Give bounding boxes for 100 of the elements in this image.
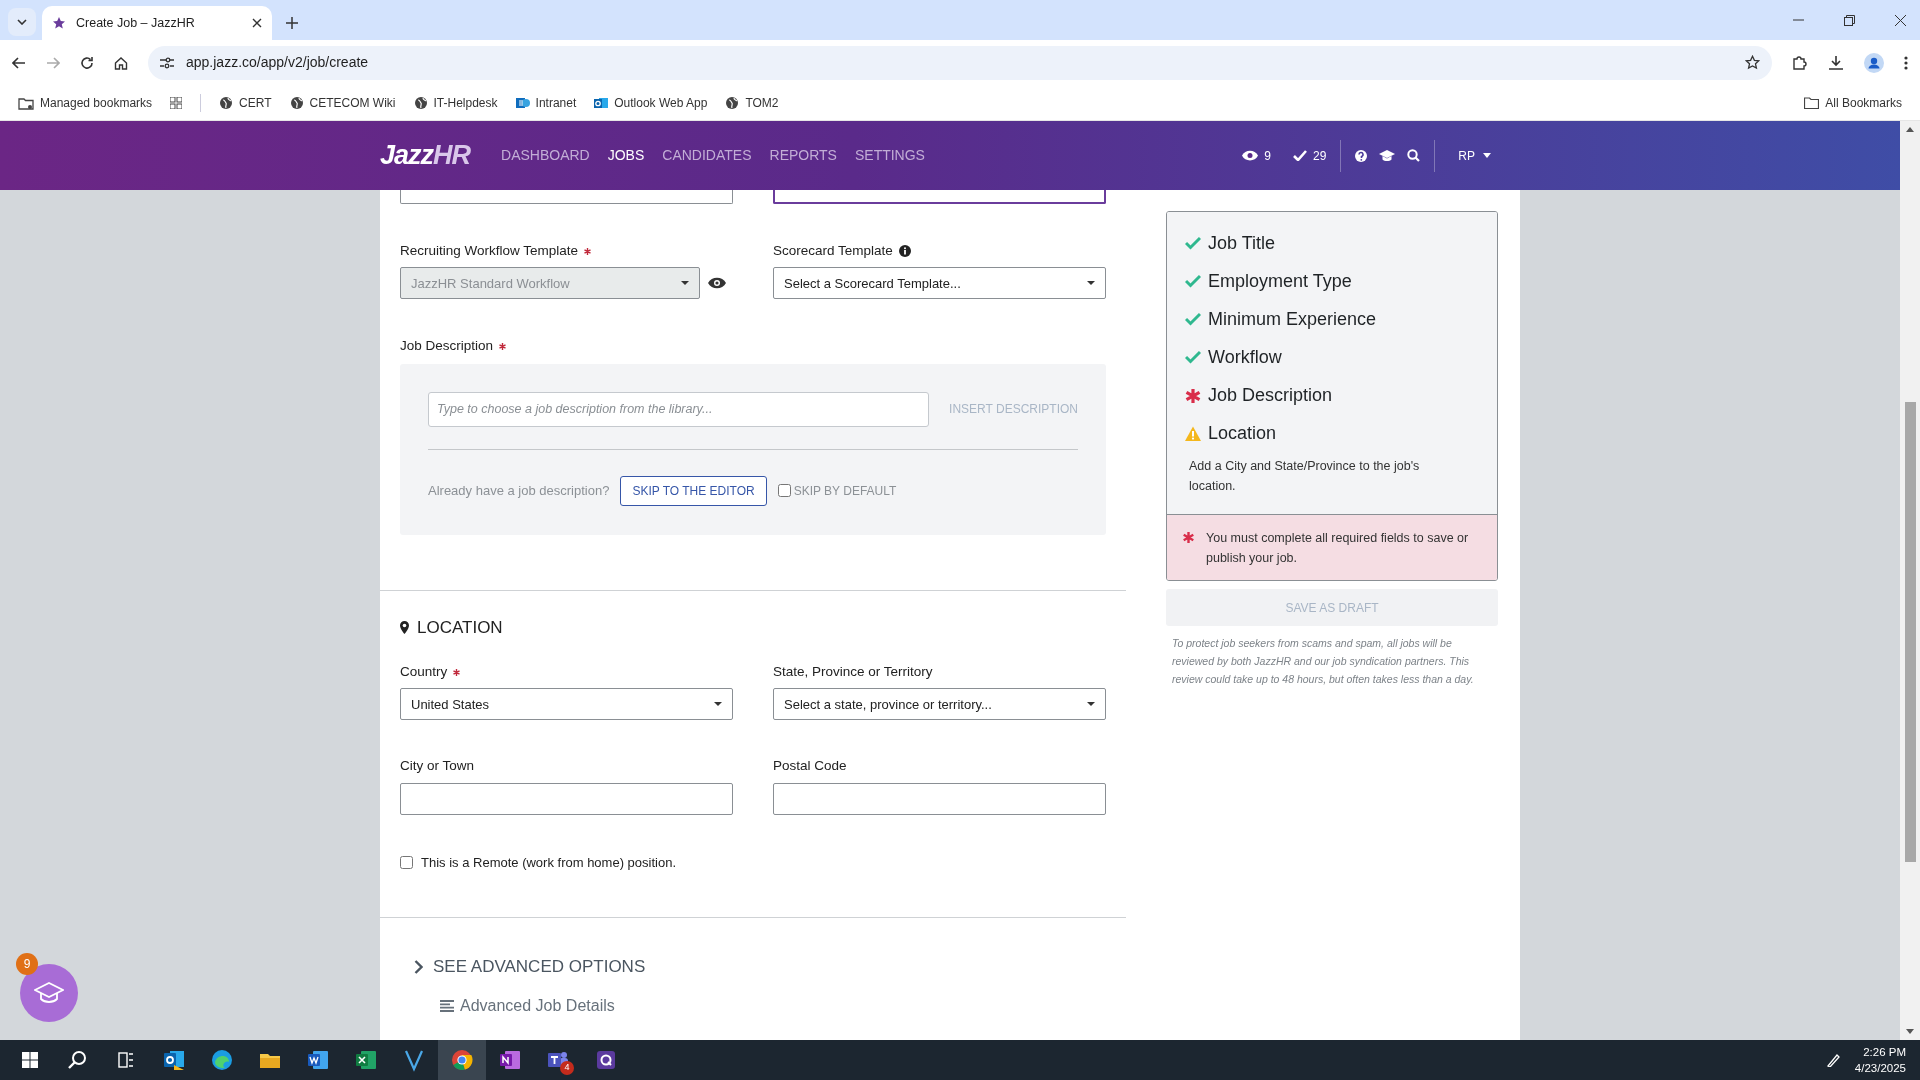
- new-tab-icon[interactable]: [286, 17, 298, 29]
- bookmark[interactable]: Managed bookmarks: [18, 93, 153, 112]
- bookmark[interactable]: Outlook Web App: [594, 93, 708, 112]
- bookmark[interactable]: CETECOM Wiki: [289, 93, 396, 112]
- required-asterisk-icon: [1185, 387, 1201, 403]
- chrome-icon: [450, 1048, 474, 1072]
- profile-icon[interactable]: [1864, 52, 1884, 73]
- close-icon[interactable]: [1895, 14, 1906, 26]
- checkbox[interactable]: [400, 855, 413, 869]
- input-field[interactable]: [773, 190, 1106, 204]
- field-label: Postal Code: [773, 757, 847, 776]
- eye-icon[interactable]: [708, 277, 726, 290]
- check-icon: [1185, 349, 1201, 365]
- nav-link[interactable]: CANDIDATES: [653, 145, 761, 166]
- nav-link[interactable]: SETTINGS: [845, 145, 934, 166]
- nav-link[interactable]: JOBS: [598, 145, 654, 166]
- bookmark[interactable]: IT-Helpdesk: [413, 93, 498, 112]
- task-view-icon[interactable]: [118, 1052, 134, 1068]
- checklist-item: Workflow: [1208, 345, 1282, 369]
- help-icon[interactable]: [1355, 149, 1368, 162]
- nav-link[interactable]: REPORTS: [760, 145, 846, 166]
- checkbox-label: This is a Remote (work from home) position.: [421, 853, 677, 872]
- list-icon: [440, 999, 454, 1012]
- chevron-down-icon: [17, 19, 27, 25]
- graduation-cap-icon[interactable]: [1379, 149, 1396, 162]
- caret-icon: [681, 281, 689, 286]
- close-icon[interactable]: [252, 18, 262, 28]
- scorecard-select[interactable]: Select a Scorecard Template...: [773, 267, 1106, 300]
- restore-icon[interactable]: [1844, 14, 1855, 26]
- input-field[interactable]: [400, 782, 733, 815]
- bookmark-star-icon[interactable]: [1745, 55, 1760, 70]
- advanced-options-toggle[interactable]: SEE ADVANCED OPTIONS: [414, 954, 646, 980]
- checklist-item: Employment Type: [1208, 269, 1352, 293]
- puzzle-icon[interactable]: [1792, 54, 1808, 71]
- pen-icon[interactable]: [1826, 1053, 1841, 1067]
- globe-icon: [725, 95, 740, 110]
- browser-tab[interactable]: Create Job – JazzHR: [42, 6, 272, 40]
- view-count: 9: [1264, 147, 1271, 165]
- taskbar-app[interactable]: 4: [534, 1040, 582, 1080]
- section-heading: LOCATION: [417, 616, 503, 639]
- advanced-section-link[interactable]: Advanced Job Details: [440, 993, 615, 1018]
- scroll-up-icon: [1906, 127, 1914, 132]
- field-label: Recruiting Workflow Template: [400, 242, 579, 260]
- graduation-cap-icon: [34, 982, 64, 1004]
- dropdown[interactable]: United States: [400, 688, 733, 721]
- scroll-down-icon: [1906, 1029, 1914, 1034]
- helper-text: Already have a job description?: [428, 481, 610, 500]
- dropdown[interactable]: Select a state, province or territory...: [773, 688, 1106, 721]
- checkbox[interactable]: [777, 484, 791, 497]
- skip-to-editor-button[interactable]: SKIP TO THE EDITOR: [620, 475, 767, 506]
- bookmark[interactable]: All Bookmarks: [1804, 93, 1902, 112]
- outlook-icon: [594, 95, 609, 110]
- bookmark[interactable]: Intranet: [515, 93, 577, 112]
- site-settings-icon: [160, 56, 174, 69]
- edge-icon: [210, 1048, 234, 1072]
- eye-icon[interactable]: [1242, 150, 1259, 161]
- reload-icon[interactable]: [80, 55, 94, 70]
- check-icon: [1185, 273, 1201, 289]
- bookmark[interactable]: TOM2: [725, 93, 779, 112]
- input-field[interactable]: [773, 782, 1106, 815]
- input-field[interactable]: [400, 190, 733, 204]
- logo[interactable]: JazzHR: [380, 135, 471, 176]
- excel-icon: [354, 1048, 378, 1072]
- scrollbar[interactable]: [1900, 121, 1920, 1040]
- managed-folder-icon: [18, 95, 34, 110]
- field-label: City or Town: [400, 757, 475, 776]
- taskbar-app[interactable]: [438, 1040, 486, 1080]
- required-asterisk-icon: [1183, 532, 1194, 543]
- required-asterisk-icon: [584, 247, 592, 255]
- word-icon: [306, 1048, 330, 1072]
- description-search-field[interactable]: Type to choose a job description from the library...: [428, 391, 930, 427]
- map-pin-icon: [400, 620, 409, 634]
- outlook-icon: [162, 1048, 186, 1072]
- start-icon[interactable]: [22, 1052, 38, 1068]
- apps-grid-icon[interactable]: [170, 96, 183, 109]
- download-icon[interactable]: [1828, 54, 1844, 71]
- address-bar[interactable]: app.jazz.co/app/v2/job/create: [148, 45, 1772, 80]
- warning-icon: [1185, 425, 1201, 441]
- check-icon: [1185, 235, 1201, 251]
- checklist-item: Location: [1208, 421, 1277, 445]
- v-shape-icon: [402, 1048, 426, 1072]
- nav-link[interactable]: DASHBOARD: [492, 145, 599, 166]
- back-icon[interactable]: [12, 56, 26, 69]
- home-icon[interactable]: [114, 55, 128, 70]
- check-icon[interactable]: [1292, 150, 1307, 161]
- info-icon[interactable]: [898, 245, 911, 258]
- check-icon: [1185, 311, 1201, 327]
- star-icon: [52, 16, 66, 30]
- field-label: Country: [400, 663, 448, 681]
- bookmark[interactable]: CERT: [219, 93, 272, 112]
- user-menu[interactable]: RP: [1449, 146, 1500, 165]
- globe-icon: [413, 95, 428, 110]
- search-icon[interactable]: [68, 1050, 88, 1070]
- search-icon[interactable]: [1407, 149, 1421, 162]
- chevron-right-icon: [414, 959, 423, 974]
- more-icon[interactable]: [1904, 55, 1908, 70]
- checklist-item: Job Title: [1208, 231, 1276, 255]
- checkbox-label: SKIP BY DEFAULT: [793, 482, 897, 500]
- globe-icon: [289, 95, 304, 110]
- tab-list-button[interactable]: [8, 8, 36, 36]
